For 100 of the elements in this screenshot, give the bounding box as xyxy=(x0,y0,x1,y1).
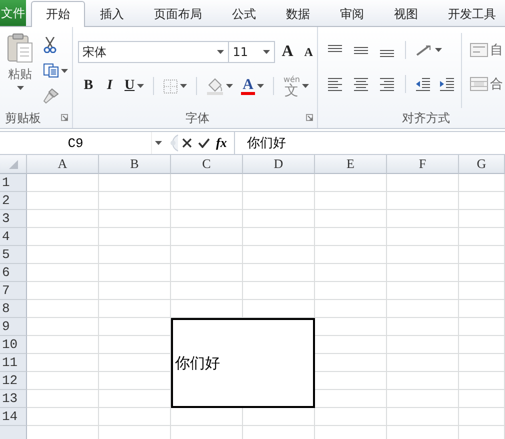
sheet-cell[interactable] xyxy=(171,228,243,246)
sheet-cell[interactable] xyxy=(99,192,171,210)
row-header[interactable]: 6 xyxy=(0,264,27,282)
sheet-cell[interactable] xyxy=(459,318,505,336)
sheet-cell[interactable] xyxy=(99,210,171,228)
bold-button[interactable]: B xyxy=(82,76,96,96)
sheet-cell[interactable] xyxy=(27,246,99,264)
borders-button[interactable] xyxy=(160,76,189,96)
sheet-cell[interactable] xyxy=(243,192,315,210)
sheet-cell[interactable] xyxy=(459,210,505,228)
row-header[interactable]: 7 xyxy=(0,282,27,300)
row-header[interactable]: 11 xyxy=(0,354,27,372)
row-header[interactable]: 3 xyxy=(0,210,27,228)
column-header[interactable]: D xyxy=(243,155,315,174)
sheet-cell[interactable] xyxy=(243,210,315,228)
row-header[interactable] xyxy=(0,426,27,439)
ribbon-tab[interactable]: 插入 xyxy=(85,2,139,26)
column-header[interactable]: A xyxy=(27,155,99,174)
sheet-cell[interactable] xyxy=(27,228,99,246)
sheet-cell[interactable] xyxy=(27,408,99,426)
sheet-cell[interactable] xyxy=(459,300,505,318)
font-name-field[interactable]: 宋体 xyxy=(78,41,229,63)
sheet-cell[interactable] xyxy=(387,246,459,264)
sheet-cell[interactable] xyxy=(171,192,243,210)
font-size-field[interactable]: 11 xyxy=(228,41,275,63)
sheet-cell[interactable] xyxy=(315,174,387,192)
sheet-cell[interactable] xyxy=(315,246,387,264)
sheet-cell[interactable] xyxy=(243,264,315,282)
sheet-cell[interactable] xyxy=(387,408,459,426)
dialog-launcher-icon[interactable] xyxy=(60,114,68,121)
sheet-cell[interactable] xyxy=(99,246,171,264)
sheet-cell[interactable] xyxy=(243,246,315,264)
ribbon-tab[interactable]: 页面布局 xyxy=(139,2,217,26)
sheet-cell[interactable] xyxy=(387,192,459,210)
sheet-cell[interactable] xyxy=(243,282,315,300)
sheet-cell[interactable] xyxy=(27,264,99,282)
sheet-cell[interactable] xyxy=(315,300,387,318)
dialog-launcher-icon[interactable] xyxy=(306,114,313,121)
sheet-cell[interactable] xyxy=(99,282,171,300)
sheet-cell[interactable] xyxy=(27,300,99,318)
sheet-cell[interactable] xyxy=(99,228,171,246)
sheet-cell[interactable] xyxy=(459,390,505,408)
file-menu-tab[interactable]: 文件 xyxy=(0,0,26,26)
sheet-cell[interactable] xyxy=(387,390,459,408)
sheet-cell[interactable] xyxy=(387,336,459,354)
sheet-cell[interactable] xyxy=(315,282,387,300)
shrink-font-button[interactable]: A xyxy=(302,42,315,62)
sheet-cell[interactable] xyxy=(99,264,171,282)
column-header[interactable]: E xyxy=(315,155,387,174)
underline-button[interactable]: U xyxy=(122,76,146,96)
sheet-cell[interactable] xyxy=(459,228,505,246)
row-header[interactable]: 1 xyxy=(0,174,27,192)
sheet-cell[interactable] xyxy=(243,174,315,192)
insert-function-button[interactable]: fx xyxy=(213,134,230,152)
sheet-cell[interactable] xyxy=(99,300,171,318)
sheet-cell[interactable] xyxy=(171,282,243,300)
sheet-cell[interactable] xyxy=(27,210,99,228)
sheet-cell[interactable] xyxy=(387,264,459,282)
sheet-cell[interactable] xyxy=(171,246,243,264)
sheet-cell[interactable] xyxy=(27,390,99,408)
merge-center-button[interactable]: 合 xyxy=(468,71,505,97)
sheet-cell[interactable] xyxy=(27,372,99,390)
row-header[interactable]: 14 xyxy=(0,408,27,426)
sheet-cell[interactable] xyxy=(99,408,171,426)
decrease-indent-button[interactable] xyxy=(413,75,433,93)
sheet-cell[interactable] xyxy=(459,372,505,390)
column-header[interactable]: G xyxy=(459,155,505,174)
row-header[interactable]: 4 xyxy=(0,228,27,246)
sheet-cell[interactable] xyxy=(387,282,459,300)
sheet-cell[interactable] xyxy=(459,174,505,192)
select-all-icon[interactable] xyxy=(8,160,18,168)
sheet-cell[interactable] xyxy=(315,192,387,210)
sheet-cell[interactable] xyxy=(459,354,505,372)
sheet-cell[interactable] xyxy=(387,354,459,372)
sheet-cell[interactable] xyxy=(27,282,99,300)
italic-button[interactable]: I xyxy=(105,76,114,96)
ribbon-tab[interactable]: 审阅 xyxy=(325,2,379,26)
sheet-cell[interactable] xyxy=(99,174,171,192)
row-header[interactable]: 8 xyxy=(0,300,27,318)
row-header[interactable]: 9 xyxy=(0,318,27,336)
increase-indent-button[interactable] xyxy=(437,75,457,93)
column-header[interactable]: F xyxy=(387,155,459,174)
sheet-cell[interactable] xyxy=(387,210,459,228)
ribbon-tab[interactable]: 开发工具 xyxy=(433,2,505,26)
ribbon-tab[interactable]: 开始 xyxy=(31,1,85,27)
sheet-cell[interactable] xyxy=(387,318,459,336)
sheet-cell[interactable] xyxy=(459,336,505,354)
sheet-cell[interactable] xyxy=(315,210,387,228)
name-box[interactable]: C9 xyxy=(0,132,152,154)
sheet-cell[interactable] xyxy=(459,408,505,426)
sheet-cell[interactable] xyxy=(387,174,459,192)
row-header[interactable]: 13 xyxy=(0,390,27,408)
sheet-cell[interactable] xyxy=(171,210,243,228)
sheet-cell[interactable] xyxy=(27,174,99,192)
row-header[interactable]: 12 xyxy=(0,372,27,390)
sheet-cell[interactable] xyxy=(27,336,99,354)
sheet-cell[interactable] xyxy=(27,192,99,210)
sheet-cell[interactable] xyxy=(459,192,505,210)
sheet-cell[interactable] xyxy=(459,246,505,264)
sheet-cell[interactable] xyxy=(171,174,243,192)
